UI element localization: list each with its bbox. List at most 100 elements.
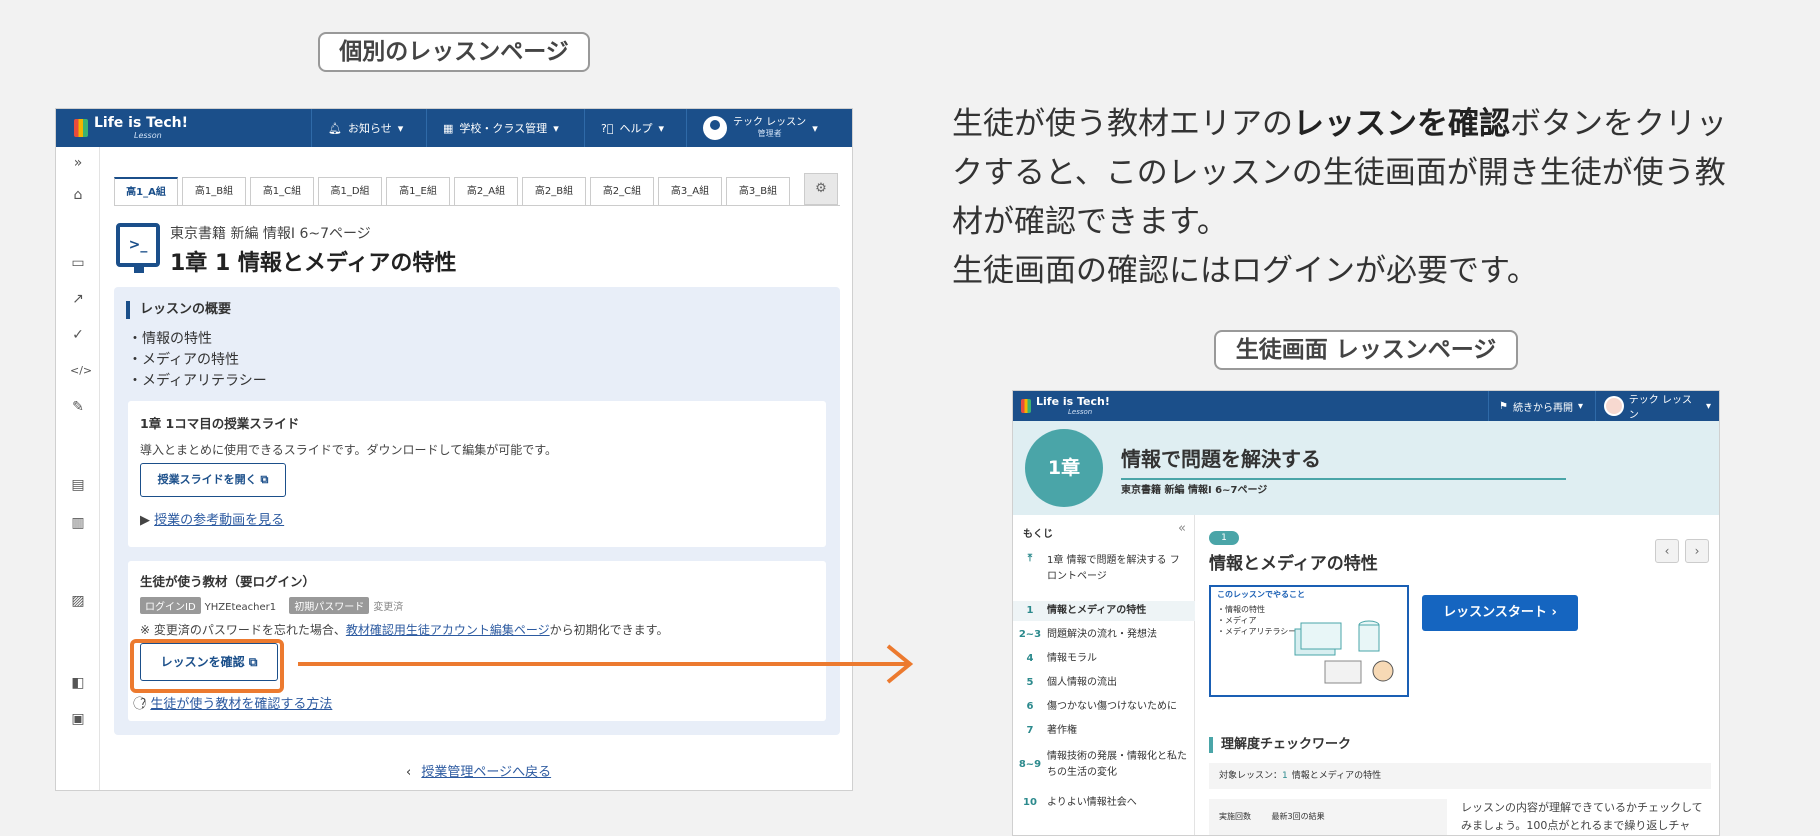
toc-item-num: 5 [1026, 677, 1034, 688]
howto-link[interactable]: 生徒が使う教材を確認する方法 [150, 697, 332, 712]
tab-class[interactable]: 高1_E組 [386, 177, 450, 205]
toc-item[interactable]: 4 情報モラル [1013, 649, 1195, 669]
results-table: 実施回数 最新3回の結果 [1209, 799, 1447, 835]
check-work-heading: 理解度チェックワーク [1209, 737, 1351, 753]
caret-down-icon: ▾ [1577, 400, 1583, 412]
logo[interactable]: Life is Tech! Lesson [74, 115, 188, 140]
student-user-menu[interactable]: テック レッスン ▾ [1595, 391, 1719, 421]
prev-lesson-button[interactable]: ‹ [1655, 539, 1679, 563]
home-icon[interactable]: ⌂ [70, 187, 86, 203]
caret-down-icon: ▾ [397, 121, 404, 135]
toc-item[interactable]: 1 情報とメディアの特性 [1013, 601, 1195, 621]
teacher-sidebar: » ⌂ ▭ ↗ ✓ </> ✎ ▤ ▥ ▨ ◧ ▣ [56, 147, 100, 790]
caret-down-icon: ▾ [658, 121, 664, 135]
lesson-thumbnail[interactable]: このレッスンでやること ・情報の特性 ・メディア ・メディアリテラシー [1209, 585, 1409, 697]
nav-school[interactable]: ▦ 学校・クラス管理 ▾ [426, 109, 584, 147]
tab-class[interactable]: 高3_B組 [726, 177, 790, 205]
nav-user[interactable]: テック レッスン 管理者 ▾ [686, 109, 852, 147]
student-header: Life is Tech! Lesson ⚑ 続きから再開 ▾ テック レッスン… [1013, 391, 1719, 421]
next-lesson-button[interactable]: › [1685, 539, 1709, 563]
toc-item[interactable]: 5 個人情報の流出 [1013, 673, 1195, 693]
resume-button[interactable]: ⚑ 続きから再開 ▾ [1488, 391, 1593, 421]
open-slides-label: 授業スライドを開く [157, 473, 257, 486]
logo-icon [1021, 399, 1031, 413]
toc-item[interactable]: 7 著作権 [1013, 721, 1195, 741]
expand-sidebar-icon[interactable]: » [70, 155, 86, 171]
lesson-title: 1章 1 情報とメディアの特性 [170, 251, 457, 276]
howto-link-row[interactable]: ?⃝ 生徒が使う教材を確認する方法 [140, 693, 332, 712]
login-id: YHZEteacher1 [204, 602, 277, 613]
nav-help[interactable]: ?⃝ ヘルプ ▾ [584, 109, 686, 147]
overview-item: ・メディアリテラシー [128, 373, 267, 389]
toc-item[interactable]: 10 よりよい情報社会へ [1013, 793, 1195, 813]
desc-line1-pre: 生徒が使う教材エリアの [952, 106, 1293, 142]
toc-item-label: 情報モラル [1047, 653, 1097, 664]
toc-item[interactable]: ⤒ 1章 情報で問題を解決する フロントページ [1013, 553, 1195, 585]
resume-label: 続きから再開 [1512, 402, 1573, 414]
tab-class[interactable]: 高1_B組 [182, 177, 246, 205]
student-account-edit-link[interactable]: 教材確認用生徒アカウント編集ページ [346, 623, 550, 637]
slides-desc: 導入とまとめに使用できるスライドです。ダウンロードして編集が可能です。 [140, 443, 558, 457]
toc-item-label: 傷つかない傷つけないために [1047, 701, 1177, 712]
chapter-badge: 1章 [1025, 429, 1103, 507]
note-prefix: ※ 変更済のパスワードを忘れた場合、 [140, 623, 346, 637]
overview-item: ・メディアの特性 [128, 352, 240, 368]
toc-item[interactable]: 2~3 問題解決の流れ・発想法 [1013, 625, 1195, 645]
description: 生徒が使う教材エリアのレッスンを確認ボタンをクリックすると、このレッスンの生徒画… [952, 100, 1752, 296]
toc-item-label: 情報技術の発展・情報化と私たちの生活の変化 [1047, 751, 1187, 778]
video-link-row[interactable]: ▶︎ 授業の参考動画を見る [140, 509, 284, 528]
table-col-count: 実施回数 [1219, 812, 1251, 821]
toc-item-label: 1章 情報で問題を解決する フロントページ [1047, 555, 1180, 582]
back-link[interactable]: 授業管理ページへ戻る [421, 765, 551, 780]
chevron-right-icon: › [1551, 605, 1557, 620]
video-link[interactable]: 授業の参考動画を見る [154, 513, 284, 528]
toc-item[interactable]: 6 傷つかない傷つけないために [1013, 697, 1195, 717]
open-slides-button[interactable]: 授業スライドを開く ⧉ [140, 463, 286, 497]
student-logo[interactable]: Life is Tech! Lesson [1021, 396, 1110, 416]
bell-icon: 🔔︎ [328, 121, 342, 135]
logo-text: Life is Tech! [94, 115, 189, 131]
chapter-book: 東京書籍 新編 情報I 6~7ページ [1121, 485, 1268, 496]
tab-class[interactable]: 高2_B組 [522, 177, 586, 205]
terminal-icon[interactable]: ▭ [70, 255, 86, 271]
check-circle-icon[interactable]: ✓ [70, 327, 86, 343]
help-icon: ?⃝ [601, 121, 614, 135]
target-label: 対象レッスン： [1219, 771, 1283, 781]
slides-card: 1章 1コマ目の授業スライド 導入とまとめに使用できるスライドです。ダウンロード… [128, 401, 826, 547]
edit-document-icon[interactable]: ▥ [70, 515, 86, 531]
lesson-start-button[interactable]: レッスンスタート › [1422, 595, 1578, 631]
logo-subtext: Lesson [134, 131, 162, 140]
nav-notice[interactable]: 🔔︎ お知らせ ▾ [311, 109, 426, 147]
password-status: 変更済 [373, 602, 404, 613]
tab-class[interactable]: 高1_A組 [114, 177, 178, 205]
target-num: 1 [1282, 771, 1288, 781]
check-guide-text: レッスンの内容が理解できているかチェックしてみましょう。100点がとれるまで繰り… [1461, 801, 1703, 832]
logo-text: Life is Tech! [1036, 395, 1110, 408]
highlight-box [130, 639, 284, 693]
to-top-icon: ⤒ [1027, 553, 1033, 564]
toc-item-label: 著作権 [1047, 725, 1077, 736]
tab-class[interactable]: 高1_C組 [250, 177, 314, 205]
toc-item-num: 2~3 [1018, 629, 1042, 640]
slides-heading: 1章 1コマ目の授業スライド [140, 416, 300, 431]
gear-icon[interactable]: ⚙ [804, 173, 838, 205]
tab-class[interactable]: 高2_A組 [454, 177, 518, 205]
tab-class[interactable]: 高2_C組 [590, 177, 654, 205]
code-icon[interactable]: </> [70, 363, 92, 379]
trend-icon[interactable]: ↗ [70, 291, 86, 307]
settings-document-icon[interactable]: ▣ [70, 711, 86, 727]
collapse-icon[interactable]: « [1178, 521, 1186, 536]
toc-item-num: 4 [1026, 653, 1034, 664]
tab-class[interactable]: 高1_D組 [318, 177, 382, 205]
document-icon[interactable]: ▤ [70, 477, 86, 493]
bar-chart-icon[interactable]: ▨ [70, 593, 86, 609]
student-main: 1 情報とメディアの特性 ‹ › このレッスンでやること ・情報の特性 ・メディ… [1209, 515, 1719, 835]
back-link-row[interactable]: ‹ 授業管理ページへ戻る [406, 761, 551, 780]
target-lesson: 対象レッスン：1 情報とメディアの特性 [1209, 763, 1711, 789]
lesson-book: 東京書籍 新編 情報I 6~7ページ [170, 226, 371, 242]
book-icon[interactable]: ◧ [70, 675, 86, 691]
toc-heading: もくじ [1023, 529, 1053, 540]
pen-icon[interactable]: ✎ [70, 399, 86, 415]
toc-item[interactable]: 8~9 情報技術の発展・情報化と私たちの生活の変化 [1013, 749, 1195, 781]
tab-class[interactable]: 高3_A組 [658, 177, 722, 205]
